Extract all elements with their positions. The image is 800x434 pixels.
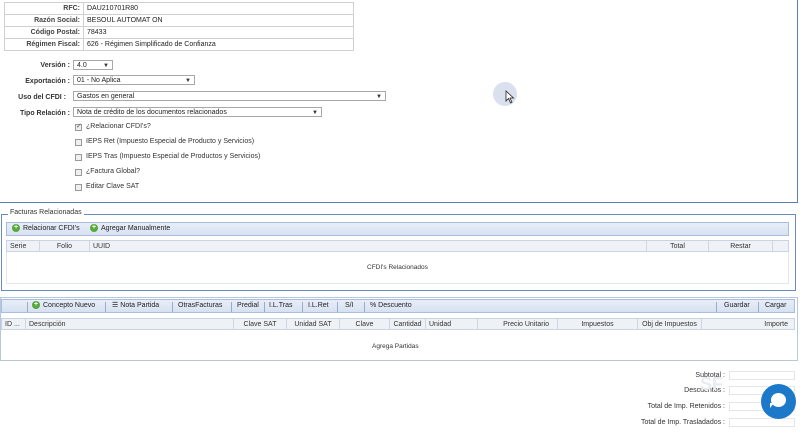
- exportacion-label: Exportación :: [25, 78, 70, 85]
- ieps-tras-label: IEPS Tras (Impuesto Especial de Producto…: [86, 153, 261, 160]
- relacionar-cfdi-checkbox[interactable]: [75, 122, 82, 131]
- relacionar-cfdi-button-label: Relacionar CFDI's: [23, 225, 80, 232]
- subtotal-value: [729, 371, 795, 380]
- col-cantidad[interactable]: Cantidad: [390, 319, 426, 330]
- si-button[interactable]: S/I: [345, 300, 354, 312]
- concepto-nuevo-button[interactable]: + Concepto Nuevo: [32, 300, 95, 312]
- trasladados-label: Total de Imp. Trasladados :: [640, 419, 725, 426]
- exportacion-value: 01 - No Aplica: [77, 77, 121, 84]
- chevron-down-icon: ▼: [103, 63, 109, 69]
- rfc-label: RFC:: [4, 2, 84, 15]
- razon-social-value: BESOUL AUTOMAT ON: [83, 14, 354, 27]
- col-impuestos[interactable]: Impuestos: [558, 319, 638, 330]
- cargar-button[interactable]: Cargar: [765, 300, 786, 312]
- tipo-relacion-value: Nota de crédito de los documentos relaci…: [77, 109, 227, 116]
- il-tras-button[interactable]: I.L.Tras: [269, 300, 292, 312]
- relacionar-cfdi-button[interactable]: + Relacionar CFDI's: [12, 223, 80, 235]
- trasladados-value: [729, 418, 795, 427]
- add-icon: +: [12, 224, 20, 233]
- add-icon: +: [32, 301, 40, 310]
- razon-social-label: Razón Social:: [4, 14, 84, 27]
- editar-clave-sat-label: Editar Clave SAT: [86, 183, 140, 190]
- receptor-row-razon: Razón Social: BESOUL AUTOMAT ON: [4, 14, 354, 27]
- col-folio[interactable]: Folio: [40, 241, 90, 252]
- uso-cfdi-value: Gastos en general: [77, 93, 135, 100]
- toolbar-separator: [302, 302, 303, 312]
- nota-partida-label: Nota Partida: [120, 302, 160, 309]
- receptor-info-table: RFC: DAU210701R80 Razón Social: BESOUL A…: [4, 2, 354, 51]
- facturas-relacionadas-legend: Facturas Relacionadas: [8, 209, 84, 216]
- uso-cfdi-select[interactable]: Gastos en general ▼: [73, 91, 386, 101]
- guardar-button[interactable]: Guardar: [724, 300, 750, 312]
- col-uuid[interactable]: UUID: [90, 241, 647, 252]
- retenidos-label: Total de Imp. Retenidos :: [647, 403, 725, 410]
- list-icon: ☰: [112, 302, 119, 309]
- ieps-tras-checkbox[interactable]: [75, 154, 82, 161]
- col-total[interactable]: Total: [647, 241, 709, 252]
- nota-partida-button[interactable]: ☰ Nota Partida: [112, 300, 159, 312]
- col-unidad[interactable]: Unidad: [426, 319, 478, 330]
- concepto-nuevo-label: Concepto Nuevo: [43, 302, 96, 309]
- chat-button[interactable]: [761, 384, 796, 419]
- col-restar[interactable]: Restar: [709, 241, 773, 252]
- version-value: 4.0: [77, 62, 87, 69]
- editar-clave-sat-checkbox[interactable]: [75, 184, 82, 191]
- conceptos-header: ID ... Descripción Clave SAT Unidad SAT …: [1, 318, 795, 330]
- col-obj-impuestos[interactable]: Obj de Impuestos: [638, 319, 702, 330]
- toolbar-separator: [758, 302, 759, 312]
- regimen-fiscal-value: 626 - Régimen Simplificado de Confianza: [83, 38, 354, 51]
- rfc-value: DAU210701R80: [83, 2, 354, 15]
- mouse-pointer-icon: [505, 90, 515, 104]
- relacionadas-empty-message: CFDI's Relacionados: [367, 264, 428, 271]
- col-id[interactable]: ID ...: [2, 319, 26, 330]
- conceptos-toolbar: + Concepto Nuevo ☰ Nota Partida OtrasFactu…: [1, 299, 795, 313]
- col-importe[interactable]: Importe: [702, 319, 796, 330]
- relacionar-cfdi-label: ¿Relacionar CFDI's?: [86, 123, 151, 130]
- receptor-row-rfc: RFC: DAU210701R80: [4, 2, 354, 15]
- col-clave[interactable]: Clave: [340, 319, 390, 330]
- add-icon: +: [90, 224, 98, 233]
- factura-global-label: ¿Factura Global?: [86, 168, 141, 175]
- toolbar-separator: [105, 302, 106, 312]
- tipo-relacion-select[interactable]: Nota de crédito de los documentos relaci…: [73, 107, 322, 117]
- toolbar-separator: [231, 302, 232, 312]
- receptor-row-cp: Código Postal: 78433: [4, 26, 354, 39]
- col-precio-unitario[interactable]: Precio Unitario: [478, 319, 558, 330]
- regimen-fiscal-label: Régimen Fiscal:: [4, 38, 84, 51]
- toolbar-separator: [264, 302, 265, 312]
- exportacion-select[interactable]: 01 - No Aplica ▼: [73, 75, 195, 85]
- chevron-down-icon: ▼: [376, 94, 382, 100]
- version-label: Versión :: [40, 62, 70, 69]
- chevron-down-icon: ▼: [312, 110, 318, 116]
- version-select[interactable]: 4.0 ▼: [73, 60, 113, 70]
- relacionadas-header: Serie Folio UUID Total Restar: [6, 240, 789, 252]
- codigo-postal-value: 78433: [83, 26, 354, 39]
- ieps-ret-checkbox[interactable]: [75, 139, 82, 146]
- toolbar-separator: [364, 302, 365, 312]
- otras-facturas-button[interactable]: OtrasFacturas: [178, 300, 222, 312]
- ieps-ret-label: IEPS Ret (Impuesto Especial de Producto …: [86, 138, 255, 145]
- codigo-postal-label: Código Postal:: [4, 26, 84, 39]
- predial-button[interactable]: Predial: [237, 300, 259, 312]
- conceptos-empty-message: Agrega Partidas: [372, 343, 419, 350]
- toolbar-separator: [27, 302, 28, 312]
- factura-global-checkbox[interactable]: [75, 169, 82, 176]
- agregar-manualmente-button[interactable]: + Agregar Manualmente: [90, 223, 170, 235]
- relacionadas-toolbar: + Relacionar CFDI's + Agregar Manualmente: [6, 222, 789, 236]
- agregar-manualmente-button-label: Agregar Manualmente: [101, 225, 171, 232]
- descuento-button[interactable]: % Descuento: [370, 300, 412, 312]
- col-unidad-sat[interactable]: Unidad SAT: [287, 319, 340, 330]
- toolbar-separator: [172, 302, 173, 312]
- col-serie[interactable]: Serie: [7, 241, 40, 252]
- tipo-relacion-label: Tipo Relación :: [19, 110, 70, 117]
- receptor-row-regimen: Régimen Fiscal: 626 - Régimen Simplifica…: [4, 38, 354, 51]
- toolbar-separator: [716, 302, 717, 312]
- toolbar-separator: [337, 302, 338, 312]
- col-clave-sat[interactable]: Clave SAT: [234, 319, 287, 330]
- il-ret-button[interactable]: I.L.Ret: [308, 300, 329, 312]
- watermark-logo: SF: [700, 374, 724, 394]
- chevron-down-icon: ▼: [185, 78, 191, 84]
- col-descripcion[interactable]: Descripción: [26, 319, 234, 330]
- uso-cfdi-label: Uso del CFDI :: [18, 94, 66, 101]
